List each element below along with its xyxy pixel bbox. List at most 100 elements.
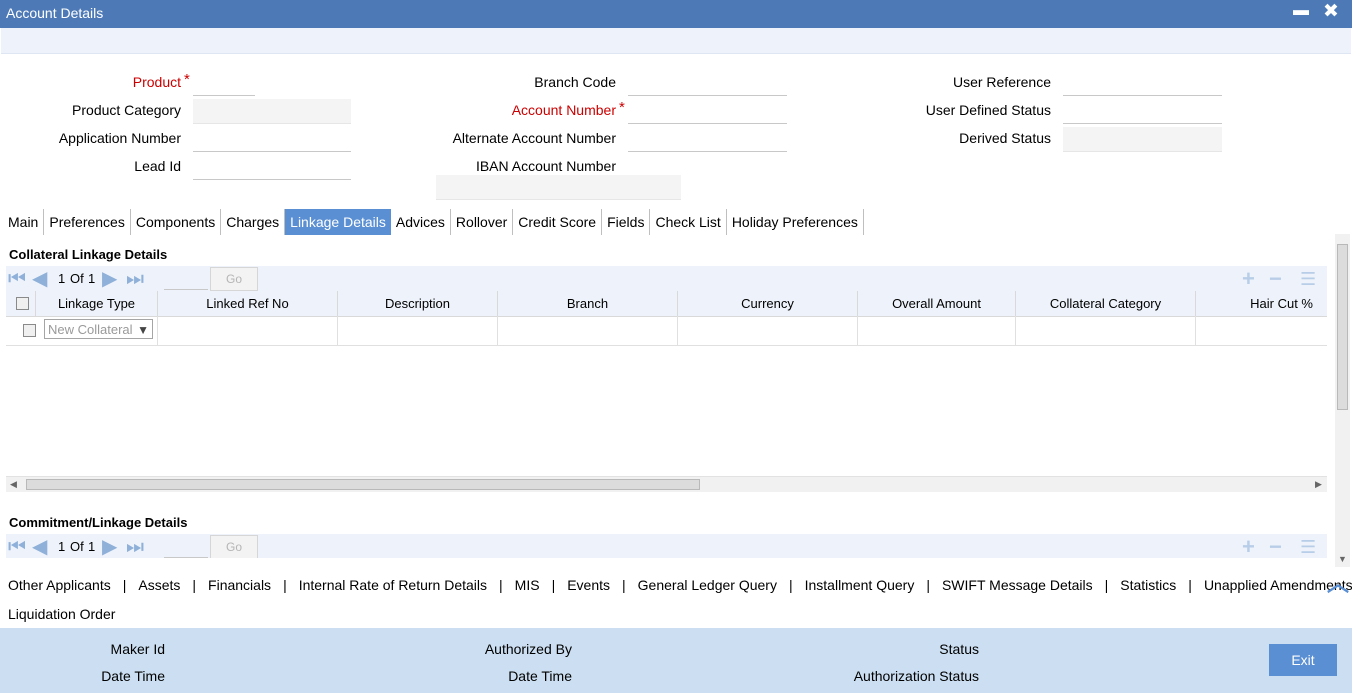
- account-number-required-mark: *: [619, 99, 625, 116]
- tab-charges[interactable]: Charges: [221, 209, 286, 235]
- tab-credit-score[interactable]: Credit Score: [513, 209, 603, 235]
- page-number-input[interactable]: [164, 537, 208, 558]
- collateral-grid-header: Linkage Type Linked Ref No Description B…: [6, 291, 1327, 317]
- collapse-up-icon[interactable]: ︿: [1327, 566, 1349, 598]
- alternate-account-number-input[interactable]: [628, 127, 787, 152]
- product-input[interactable]: [193, 71, 255, 96]
- scroll-left-icon[interactable]: ◀: [10, 479, 17, 490]
- vertical-scroll-thumb[interactable]: [1337, 244, 1348, 410]
- add-row-icon[interactable]: +: [1242, 266, 1255, 292]
- user-defined-status-label: User Defined Status: [925, 102, 1051, 118]
- iban-account-number-input[interactable]: [436, 175, 681, 200]
- link-internal-rate-of-return[interactable]: Internal Rate of Return Details: [299, 577, 487, 593]
- go-button[interactable]: Go: [210, 535, 258, 558]
- horizontal-scroll-thumb[interactable]: [26, 479, 700, 490]
- linkage-type-select[interactable]: New Collateral ▼: [44, 319, 153, 339]
- tab-fields[interactable]: Fields: [602, 209, 651, 235]
- delete-row-icon[interactable]: −: [1269, 534, 1282, 558]
- tab-components[interactable]: Components: [131, 209, 222, 235]
- description-cell[interactable]: [338, 316, 498, 345]
- col-branch[interactable]: Branch: [498, 291, 678, 316]
- select-all-checkbox[interactable]: [16, 297, 29, 310]
- first-page-icon[interactable]: ⏮: [8, 266, 26, 292]
- link-statistics[interactable]: Statistics: [1120, 577, 1176, 593]
- collateral-category-cell[interactable]: [1016, 316, 1196, 345]
- tab-check-list[interactable]: Check List: [650, 209, 727, 235]
- window-titlebar: Account Details ▬ ✖: [0, 0, 1352, 28]
- derived-status-input[interactable]: [1063, 127, 1222, 152]
- next-page-icon[interactable]: ▶: [102, 266, 117, 292]
- last-page-icon[interactable]: ⏭: [126, 534, 144, 558]
- tab-linkage-details[interactable]: Linkage Details: [285, 209, 391, 235]
- scroll-right-icon[interactable]: ▶: [1315, 479, 1322, 490]
- window-title: Account Details: [6, 5, 104, 21]
- linked-ref-no-cell[interactable]: [158, 316, 338, 345]
- tab-main[interactable]: Main: [3, 209, 45, 235]
- overall-amount-cell[interactable]: [858, 316, 1016, 345]
- horizontal-scrollbar[interactable]: ◀ ▶: [6, 476, 1327, 492]
- col-overall-amount[interactable]: Overall Amount: [858, 291, 1016, 316]
- hair-cut-cell[interactable]: [1196, 316, 1327, 345]
- link-general-ledger-query[interactable]: General Ledger Query: [638, 577, 777, 593]
- row-checkbox[interactable]: [23, 324, 36, 337]
- delete-row-icon[interactable]: −: [1269, 266, 1282, 292]
- application-number-input[interactable]: [193, 127, 351, 152]
- col-hair-cut[interactable]: Hair Cut %: [1196, 291, 1327, 316]
- table-row: New Collateral ▼: [6, 316, 1327, 346]
- exit-button[interactable]: Exit: [1269, 644, 1337, 676]
- col-linkage-type[interactable]: Linkage Type: [36, 291, 158, 316]
- next-page-icon[interactable]: ▶: [102, 534, 117, 558]
- previous-page-icon[interactable]: ◀: [32, 534, 47, 558]
- col-currency[interactable]: Currency: [678, 291, 858, 316]
- tab-preferences[interactable]: Preferences: [44, 209, 131, 235]
- link-separator: |: [1104, 577, 1109, 593]
- product-required-mark: *: [184, 71, 190, 88]
- col-collateral-category[interactable]: Collateral Category: [1016, 291, 1196, 316]
- minimize-icon[interactable]: ▬: [1293, 2, 1311, 24]
- link-separator: |: [788, 577, 793, 593]
- link-separator: |: [622, 577, 626, 593]
- link-other-applicants[interactable]: Other Applicants: [0, 577, 111, 593]
- link-assets[interactable]: Assets: [138, 577, 180, 593]
- collateral-section-title: Collateral Linkage Details: [9, 247, 168, 262]
- page-number-input[interactable]: [164, 269, 208, 290]
- currency-cell[interactable]: [678, 316, 858, 345]
- product-category-input[interactable]: [193, 99, 351, 124]
- close-icon[interactable]: ✖: [1323, 0, 1343, 24]
- link-swift-message-details[interactable]: SWIFT Message Details: [942, 577, 1093, 593]
- link-installment-query[interactable]: Installment Query: [805, 577, 915, 593]
- user-defined-status-input[interactable]: [1063, 99, 1222, 124]
- previous-page-icon[interactable]: ◀: [32, 266, 47, 292]
- link-separator: |: [499, 577, 503, 593]
- add-row-icon[interactable]: +: [1242, 534, 1255, 558]
- single-view-icon[interactable]: ☰: [1300, 534, 1316, 558]
- commitment-pagination-bar: ⏮ ◀ 1 Of 1 ▶ ⏭ Go + − ☰: [6, 534, 1327, 558]
- application-number-label: Application Number: [58, 130, 181, 146]
- last-page-icon[interactable]: ⏭: [126, 266, 144, 292]
- link-liquidation-order[interactable]: Liquidation Order: [0, 606, 115, 622]
- go-button[interactable]: Go: [210, 267, 258, 291]
- page-total: 1: [88, 271, 96, 286]
- vertical-scrollbar[interactable]: ▼: [1335, 234, 1350, 567]
- branch-cell[interactable]: [498, 316, 678, 345]
- page-current: 1: [58, 539, 66, 554]
- link-financials[interactable]: Financials: [208, 577, 271, 593]
- tab-rollover[interactable]: Rollover: [451, 209, 514, 235]
- tab-holiday-preferences[interactable]: Holiday Preferences: [727, 209, 864, 235]
- col-description[interactable]: Description: [338, 291, 498, 316]
- link-events[interactable]: Events: [567, 577, 610, 593]
- link-mis[interactable]: MIS: [515, 577, 540, 593]
- lead-id-input[interactable]: [193, 155, 351, 180]
- user-reference-input[interactable]: [1063, 71, 1222, 96]
- first-page-icon[interactable]: ⏮: [8, 534, 26, 558]
- scroll-down-icon[interactable]: ▼: [1338, 554, 1347, 564]
- linkage-type-cell: New Collateral ▼: [36, 316, 158, 345]
- collateral-pagination-bar: ⏮ ◀ 1 Of 1 ▶ ⏭ Go + − ☰: [6, 266, 1327, 292]
- bottom-link-bar: Other Applicants | Assets | Financials | Inter…: [0, 571, 1352, 629]
- branch-code-input[interactable]: [628, 71, 787, 96]
- checker-date-time-label: Date Time: [508, 668, 572, 684]
- single-view-icon[interactable]: ☰: [1300, 266, 1316, 292]
- col-linked-ref-no[interactable]: Linked Ref No: [158, 291, 338, 316]
- tab-advices[interactable]: Advices: [391, 209, 451, 235]
- account-number-input[interactable]: [628, 99, 787, 124]
